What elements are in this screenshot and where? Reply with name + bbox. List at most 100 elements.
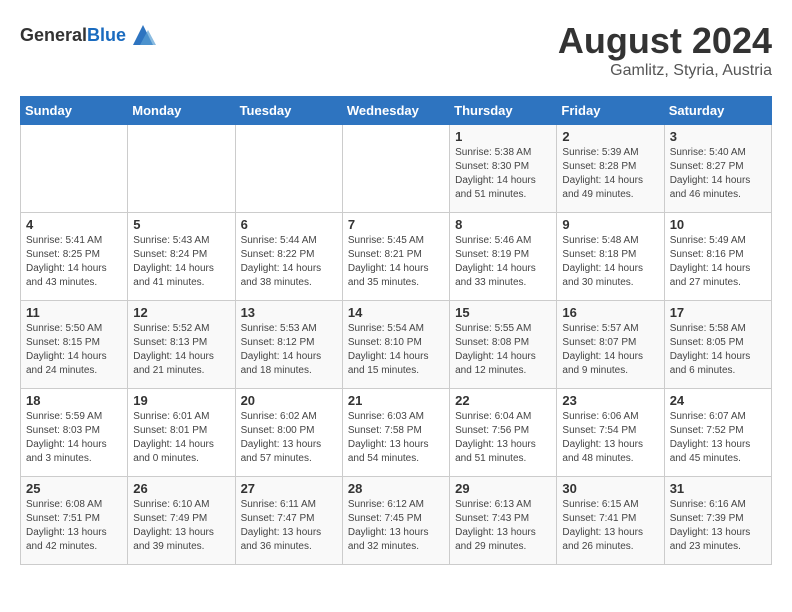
day-number: 6 (241, 217, 337, 232)
logo-blue: Blue (87, 25, 126, 45)
calendar-cell: 24 Sunrise: 6:07 AM Sunset: 7:52 PM Dayli… (664, 389, 771, 477)
calendar-week-row: 4 Sunrise: 5:41 AM Sunset: 8:25 PM Daylig… (21, 213, 772, 301)
day-number: 27 (241, 481, 337, 496)
calendar-cell: 22 Sunrise: 6:04 AM Sunset: 7:56 PM Dayli… (450, 389, 557, 477)
day-number: 2 (562, 129, 658, 144)
calendar-cell: 4 Sunrise: 5:41 AM Sunset: 8:25 PM Daylig… (21, 213, 128, 301)
calendar-cell: 20 Sunrise: 6:02 AM Sunset: 8:00 PM Dayli… (235, 389, 342, 477)
calendar-cell: 5 Sunrise: 5:43 AM Sunset: 8:24 PM Daylig… (128, 213, 235, 301)
weekday-header-thursday: Thursday (450, 97, 557, 125)
day-number: 13 (241, 305, 337, 320)
day-number: 4 (26, 217, 122, 232)
day-number: 8 (455, 217, 551, 232)
day-info: Sunrise: 6:06 AM Sunset: 7:54 PM Dayligh… (562, 410, 658, 466)
calendar-cell: 6Sunrise: 5:44 AM Sunset: 8:22 PM Daylig… (235, 213, 342, 301)
day-number: 28 (348, 481, 444, 496)
day-info: Sunrise: 5:57 AM Sunset: 8:07 PM Dayligh… (562, 322, 658, 378)
day-info: Sunrise: 6:15 AM Sunset: 7:41 PM Dayligh… (562, 498, 658, 554)
day-number: 21 (348, 393, 444, 408)
day-number: 19 (133, 393, 229, 408)
day-info: Sunrise: 5:41 AM Sunset: 8:25 PM Dayligh… (26, 234, 122, 290)
day-number: 11 (26, 305, 122, 320)
location-subtitle: Gamlitz, Styria, Austria (558, 62, 772, 80)
day-info: Sunrise: 5:43 AM Sunset: 8:24 PM Dayligh… (133, 234, 229, 290)
calendar-week-row: 11Sunrise: 5:50 AM Sunset: 8:15 PM Dayli… (21, 301, 772, 389)
calendar-cell: 23Sunrise: 6:06 AM Sunset: 7:54 PM Dayli… (557, 389, 664, 477)
day-info: Sunrise: 6:12 AM Sunset: 7:45 PM Dayligh… (348, 498, 444, 554)
day-number: 15 (455, 305, 551, 320)
day-info: Sunrise: 5:49 AM Sunset: 8:16 PM Dayligh… (670, 234, 766, 290)
calendar-week-row: 25 Sunrise: 6:08 AM Sunset: 7:51 PM Dayli… (21, 477, 772, 565)
day-info: Sunrise: 5:54 AM Sunset: 8:10 PM Dayligh… (348, 322, 444, 378)
calendar-cell: 7 Sunrise: 5:45 AM Sunset: 8:21 PM Daylig… (342, 213, 449, 301)
day-info: Sunrise: 6:01 AM Sunset: 8:01 PM Dayligh… (133, 410, 229, 466)
calendar-cell: 21 Sunrise: 6:03 AM Sunset: 7:58 PM Dayli… (342, 389, 449, 477)
day-info: Sunrise: 5:55 AM Sunset: 8:08 PM Dayligh… (455, 322, 551, 378)
day-info: Sunrise: 5:59 AM Sunset: 8:03 PM Dayligh… (26, 410, 122, 466)
day-number: 7 (348, 217, 444, 232)
day-number: 5 (133, 217, 229, 232)
day-info: Sunrise: 5:38 AM Sunset: 8:30 PM Dayligh… (455, 146, 551, 202)
weekday-header-friday: Friday (557, 97, 664, 125)
calendar-cell: 28 Sunrise: 6:12 AM Sunset: 7:45 PM Dayli… (342, 477, 449, 565)
calendar-cell (235, 125, 342, 213)
calendar-cell (21, 125, 128, 213)
day-info: Sunrise: 5:53 AM Sunset: 8:12 PM Dayligh… (241, 322, 337, 378)
logo: GeneralBlue (20, 20, 158, 50)
day-info: Sunrise: 5:48 AM Sunset: 8:18 PM Dayligh… (562, 234, 658, 290)
day-info: Sunrise: 5:39 AM Sunset: 8:28 PM Dayligh… (562, 146, 658, 202)
calendar-cell (128, 125, 235, 213)
calendar-cell: 12 Sunrise: 5:52 AM Sunset: 8:13 PM Dayli… (128, 301, 235, 389)
weekday-header-saturday: Saturday (664, 97, 771, 125)
day-info: Sunrise: 6:10 AM Sunset: 7:49 PM Dayligh… (133, 498, 229, 554)
day-number: 25 (26, 481, 122, 496)
calendar-cell: 3Sunrise: 5:40 AM Sunset: 8:27 PM Daylig… (664, 125, 771, 213)
weekday-header-wednesday: Wednesday (342, 97, 449, 125)
day-number: 9 (562, 217, 658, 232)
month-year-title: August 2024 (558, 20, 772, 62)
day-number: 20 (241, 393, 337, 408)
day-number: 1 (455, 129, 551, 144)
calendar-cell: 19 Sunrise: 6:01 AM Sunset: 8:01 PM Dayli… (128, 389, 235, 477)
calendar-cell: 18Sunrise: 5:59 AM Sunset: 8:03 PM Dayli… (21, 389, 128, 477)
calendar-table: SundayMondayTuesdayWednesdayThursdayFrid… (20, 96, 772, 565)
calendar-cell (342, 125, 449, 213)
calendar-cell: 17 Sunrise: 5:58 AM Sunset: 8:05 PM Dayli… (664, 301, 771, 389)
calendar-cell: 30 Sunrise: 6:15 AM Sunset: 7:41 PM Dayli… (557, 477, 664, 565)
day-info: Sunrise: 6:03 AM Sunset: 7:58 PM Dayligh… (348, 410, 444, 466)
calendar-cell: 2 Sunrise: 5:39 AM Sunset: 8:28 PM Daylig… (557, 125, 664, 213)
day-info: Sunrise: 6:02 AM Sunset: 8:00 PM Dayligh… (241, 410, 337, 466)
calendar-cell: 14 Sunrise: 5:54 AM Sunset: 8:10 PM Dayli… (342, 301, 449, 389)
day-info: Sunrise: 6:08 AM Sunset: 7:51 PM Dayligh… (26, 498, 122, 554)
day-number: 14 (348, 305, 444, 320)
logo-general: General (20, 25, 87, 45)
logo-icon (128, 20, 158, 50)
calendar-cell: 29Sunrise: 6:13 AM Sunset: 7:43 PM Dayli… (450, 477, 557, 565)
day-info: Sunrise: 5:52 AM Sunset: 8:13 PM Dayligh… (133, 322, 229, 378)
day-info: Sunrise: 6:07 AM Sunset: 7:52 PM Dayligh… (670, 410, 766, 466)
day-number: 22 (455, 393, 551, 408)
day-info: Sunrise: 5:58 AM Sunset: 8:05 PM Dayligh… (670, 322, 766, 378)
calendar-cell: 26 Sunrise: 6:10 AM Sunset: 7:49 PM Dayli… (128, 477, 235, 565)
calendar-cell: 27 Sunrise: 6:11 AM Sunset: 7:47 PM Dayli… (235, 477, 342, 565)
day-number: 26 (133, 481, 229, 496)
day-number: 31 (670, 481, 766, 496)
day-number: 30 (562, 481, 658, 496)
calendar-cell: 9 Sunrise: 5:48 AM Sunset: 8:18 PM Daylig… (557, 213, 664, 301)
calendar-cell: 31Sunrise: 6:16 AM Sunset: 7:39 PM Dayli… (664, 477, 771, 565)
weekday-header-tuesday: Tuesday (235, 97, 342, 125)
day-number: 17 (670, 305, 766, 320)
day-info: Sunrise: 5:46 AM Sunset: 8:19 PM Dayligh… (455, 234, 551, 290)
day-number: 16 (562, 305, 658, 320)
weekday-header-row: SundayMondayTuesdayWednesdayThursdayFrid… (21, 97, 772, 125)
day-info: Sunrise: 6:11 AM Sunset: 7:47 PM Dayligh… (241, 498, 337, 554)
page-header: GeneralBlue August 2024 Gamlitz, Styria,… (20, 20, 772, 80)
day-number: 10 (670, 217, 766, 232)
day-number: 29 (455, 481, 551, 496)
calendar-cell: 1 Sunrise: 5:38 AM Sunset: 8:30 PM Daylig… (450, 125, 557, 213)
day-number: 24 (670, 393, 766, 408)
day-info: Sunrise: 6:04 AM Sunset: 7:56 PM Dayligh… (455, 410, 551, 466)
calendar-cell: 13 Sunrise: 5:53 AM Sunset: 8:12 PM Dayli… (235, 301, 342, 389)
day-info: Sunrise: 5:45 AM Sunset: 8:21 PM Dayligh… (348, 234, 444, 290)
day-number: 12 (133, 305, 229, 320)
